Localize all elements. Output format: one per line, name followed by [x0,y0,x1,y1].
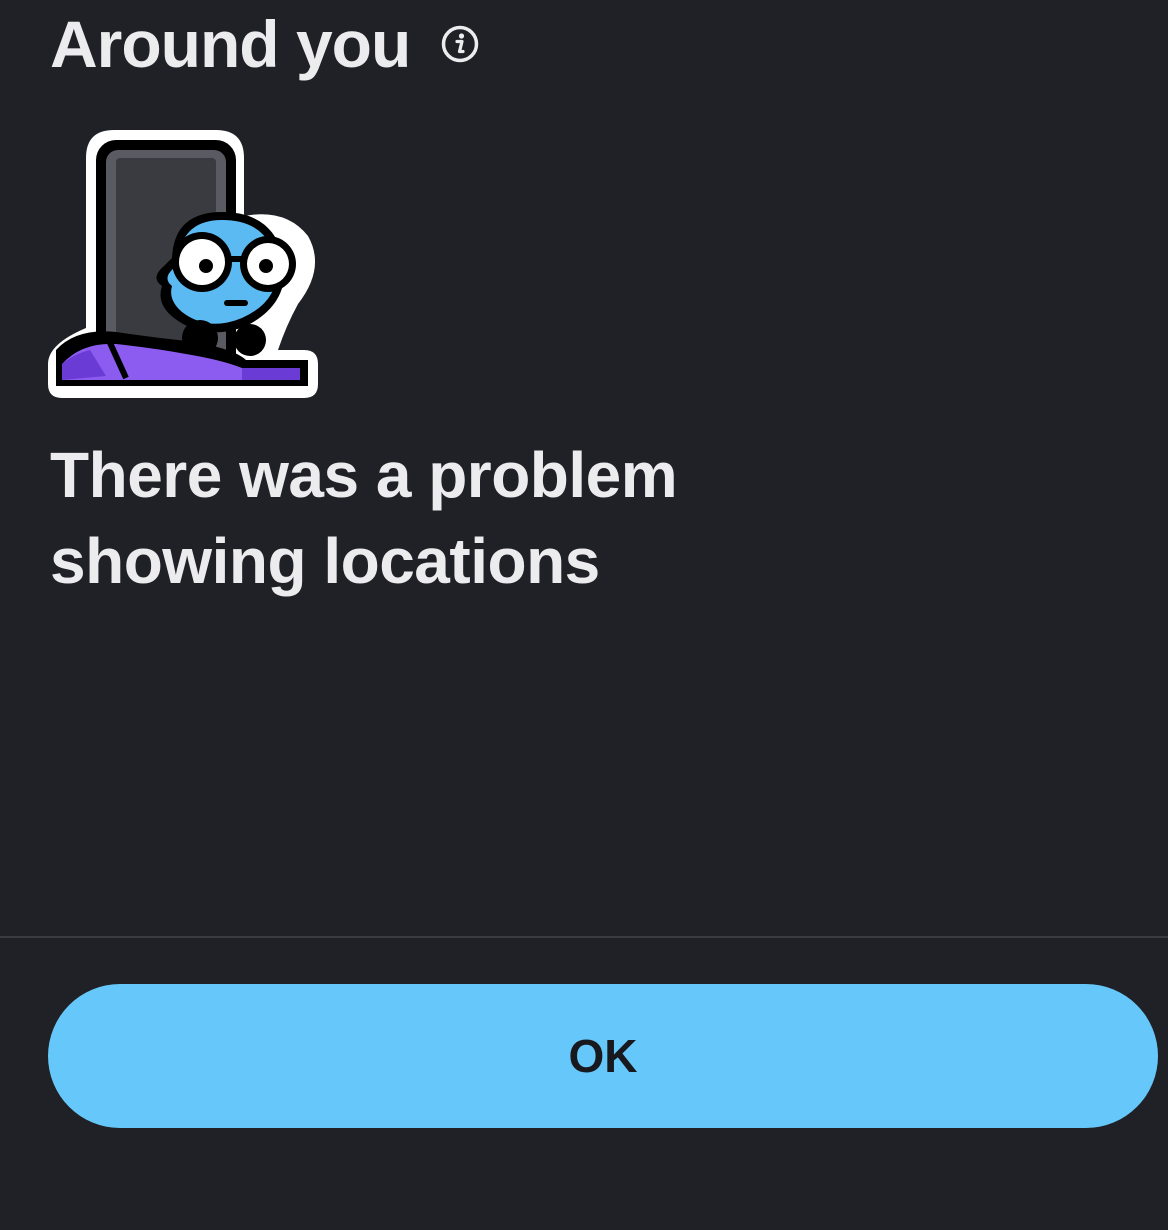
panel-header: Around you [50,4,480,84]
error-message: There was a problem showing locations [50,432,950,604]
ok-button[interactable]: OK [48,984,1158,1128]
divider [0,936,1168,938]
ok-button-label: OK [568,1030,638,1082]
error-message-line-1: There was a problem [50,439,678,511]
error-message-line-2: showing locations [50,525,600,597]
panel-title: Around you [50,7,411,81]
info-icon[interactable] [440,24,480,64]
location-error-mascot [46,128,320,400]
around-you-panel: Around you There was a problem showing l… [0,0,1168,1230]
